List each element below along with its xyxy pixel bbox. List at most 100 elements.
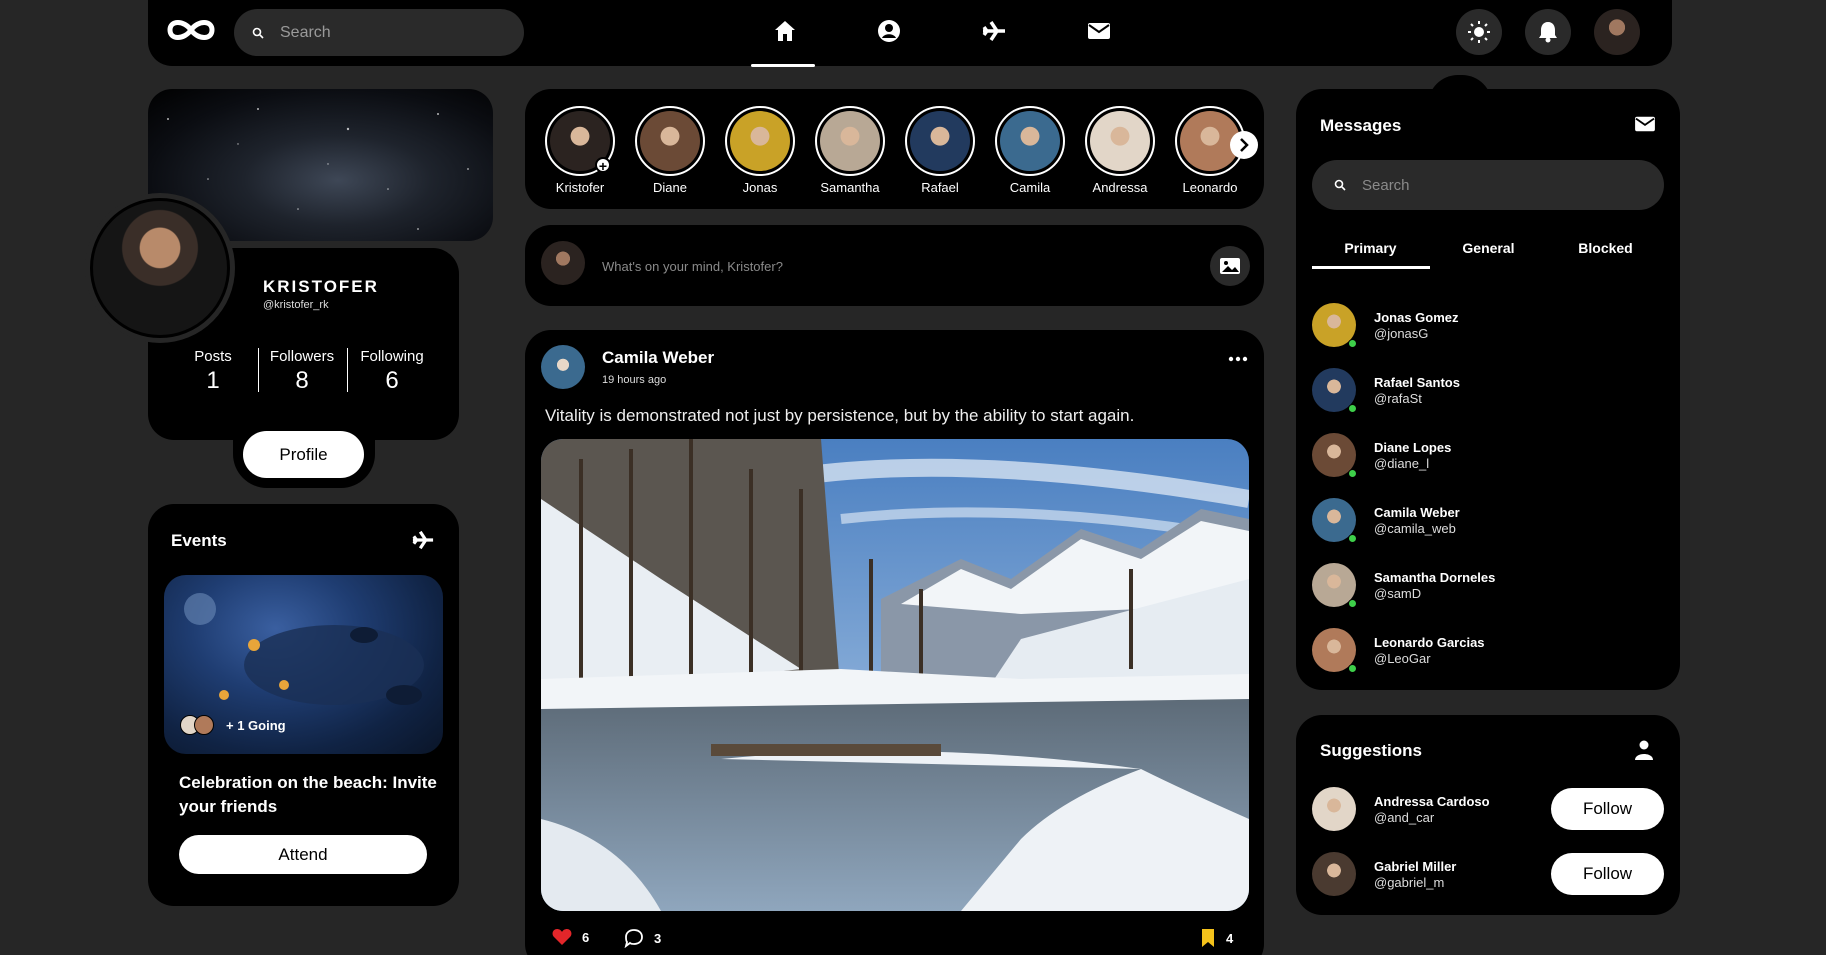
stories-next-button[interactable] bbox=[1230, 131, 1258, 159]
story-name: Kristofer bbox=[555, 180, 605, 195]
profile-button[interactable]: Profile bbox=[243, 431, 364, 478]
plane-icon[interactable] bbox=[411, 529, 435, 551]
home-icon[interactable] bbox=[765, 11, 805, 51]
header-search-input[interactable] bbox=[280, 23, 500, 42]
suggestion-avatar[interactable] bbox=[1312, 787, 1356, 831]
contact-name: Camila Weber bbox=[1374, 504, 1460, 520]
plane-icon[interactable] bbox=[974, 11, 1014, 51]
contact-info: Samantha Dorneles @samD bbox=[1374, 570, 1495, 601]
contact-avatar bbox=[1312, 368, 1357, 413]
comment-button[interactable]: 3 bbox=[624, 928, 661, 948]
story-avatar bbox=[1085, 106, 1155, 176]
contact-item[interactable]: Jonas Gomez @jonasG bbox=[1312, 302, 1652, 348]
story-item[interactable]: Camila bbox=[995, 106, 1065, 195]
attendee-avatar bbox=[194, 715, 214, 735]
bell-icon bbox=[1539, 22, 1557, 43]
suggestion-info: Gabriel Miller @gabriel_m bbox=[1374, 859, 1456, 890]
user-icon[interactable] bbox=[1635, 740, 1653, 760]
story-avatar bbox=[815, 106, 885, 176]
divider bbox=[347, 348, 348, 392]
comment-icon bbox=[624, 929, 643, 948]
suggestion-name: Andressa Cardoso bbox=[1374, 793, 1490, 809]
suggestion-avatar[interactable] bbox=[1312, 852, 1356, 896]
story-avatar bbox=[995, 106, 1065, 176]
story-item[interactable]: Jonas bbox=[725, 106, 795, 195]
chevron-right-icon bbox=[1240, 138, 1249, 152]
app-logo-icon[interactable] bbox=[164, 14, 218, 46]
stat-label: Following bbox=[360, 348, 424, 365]
tab-primary[interactable]: Primary bbox=[1312, 240, 1429, 256]
stat-posts: Posts 1 bbox=[173, 348, 253, 395]
story-avatar bbox=[635, 106, 705, 176]
attend-button[interactable]: Attend bbox=[179, 835, 427, 874]
stat-label: Followers bbox=[269, 348, 335, 365]
contact-item[interactable]: Leonardo Garcias @LeoGar bbox=[1312, 627, 1652, 673]
story-item[interactable]: Andressa bbox=[1085, 106, 1155, 195]
messages-search-input[interactable] bbox=[1362, 176, 1622, 194]
header-search[interactable] bbox=[234, 9, 524, 56]
suggestion-handle: @and_car bbox=[1374, 809, 1435, 825]
suggestion-handle: @gabriel_m bbox=[1374, 874, 1445, 890]
stat-value: 8 bbox=[295, 367, 309, 394]
contact-name: Rafael Santos bbox=[1374, 374, 1460, 390]
messages-search[interactable] bbox=[1312, 160, 1664, 210]
contact-info: Camila Weber @camila_web bbox=[1374, 505, 1460, 536]
search-icon bbox=[252, 27, 264, 39]
contact-name: Samantha Dorneles bbox=[1374, 569, 1496, 585]
tab-blocked[interactable]: Blocked bbox=[1547, 240, 1664, 256]
composer-input[interactable]: What's on your mind, Kristofer? bbox=[602, 259, 783, 274]
add-image-button[interactable] bbox=[1210, 246, 1250, 286]
contact-info: Jonas Gomez @jonasG bbox=[1374, 310, 1459, 341]
composer-avatar bbox=[541, 241, 585, 285]
contact-avatar bbox=[1312, 498, 1357, 543]
suggestion-item: Gabriel Miller @gabriel_m bbox=[1312, 851, 1512, 897]
suggestion-name: Gabriel Miller bbox=[1374, 858, 1457, 874]
post-text: Vitality is demonstrated not just by per… bbox=[545, 406, 1135, 425]
heart-icon bbox=[552, 929, 572, 945]
online-status-dot bbox=[1348, 469, 1357, 478]
theme-toggle-button[interactable] bbox=[1456, 9, 1502, 55]
contact-name: Jonas Gomez bbox=[1374, 309, 1459, 325]
event-going-count: + 1 Going bbox=[226, 718, 286, 733]
more-options-icon[interactable] bbox=[1228, 355, 1248, 363]
story-item[interactable]: Samantha bbox=[815, 106, 885, 195]
online-status-dot bbox=[1348, 599, 1357, 608]
story-name: Andressa bbox=[1092, 180, 1148, 195]
divider bbox=[258, 348, 259, 392]
contact-handle: @rafaSt bbox=[1374, 390, 1422, 406]
contact-handle: @diane_l bbox=[1374, 455, 1430, 471]
add-story-icon[interactable]: + bbox=[595, 157, 611, 174]
comment-count: 3 bbox=[654, 930, 662, 946]
story-avatar bbox=[725, 106, 795, 176]
story-name: Leonardo bbox=[1182, 180, 1238, 195]
online-status-dot bbox=[1348, 664, 1357, 673]
follow-button[interactable]: Follow bbox=[1551, 788, 1664, 830]
post-author-avatar[interactable] bbox=[541, 345, 585, 389]
stat-followers: Followers 8 bbox=[262, 348, 342, 395]
post-author[interactable]: Camila Weber bbox=[602, 348, 714, 368]
story-item[interactable]: Rafael bbox=[905, 106, 975, 195]
story-item[interactable]: Diane bbox=[635, 106, 705, 195]
stat-value: 1 bbox=[206, 367, 220, 394]
contact-item[interactable]: Samantha Dorneles @samD bbox=[1312, 562, 1652, 608]
contact-item[interactable]: Camila Weber @camila_web bbox=[1312, 497, 1652, 543]
events-title: Events bbox=[171, 531, 227, 550]
profile-avatar[interactable] bbox=[90, 198, 230, 338]
suggestion-item: Andressa Cardoso @and_car bbox=[1312, 786, 1512, 832]
post-time: 19 hours ago bbox=[602, 374, 667, 386]
mail-icon[interactable] bbox=[1079, 11, 1119, 51]
mail-icon[interactable] bbox=[1634, 115, 1656, 133]
contact-item[interactable]: Diane Lopes @diane_l bbox=[1312, 432, 1652, 478]
tab-general[interactable]: General bbox=[1430, 240, 1547, 256]
follow-button[interactable]: Follow bbox=[1551, 853, 1664, 895]
profile-handle: @kristofer_rk bbox=[263, 299, 329, 311]
contact-handle: @jonasG bbox=[1374, 325, 1429, 341]
save-button[interactable]: 4 bbox=[1200, 928, 1233, 948]
header-user-avatar[interactable] bbox=[1594, 9, 1640, 55]
story-item[interactable]: Kristofer bbox=[545, 106, 615, 195]
profile-icon[interactable] bbox=[869, 11, 909, 51]
notifications-button[interactable] bbox=[1525, 9, 1571, 55]
like-button[interactable]: 6 bbox=[552, 928, 589, 946]
post-image[interactable] bbox=[541, 439, 1249, 911]
contact-item[interactable]: Rafael Santos @rafaSt bbox=[1312, 367, 1652, 413]
